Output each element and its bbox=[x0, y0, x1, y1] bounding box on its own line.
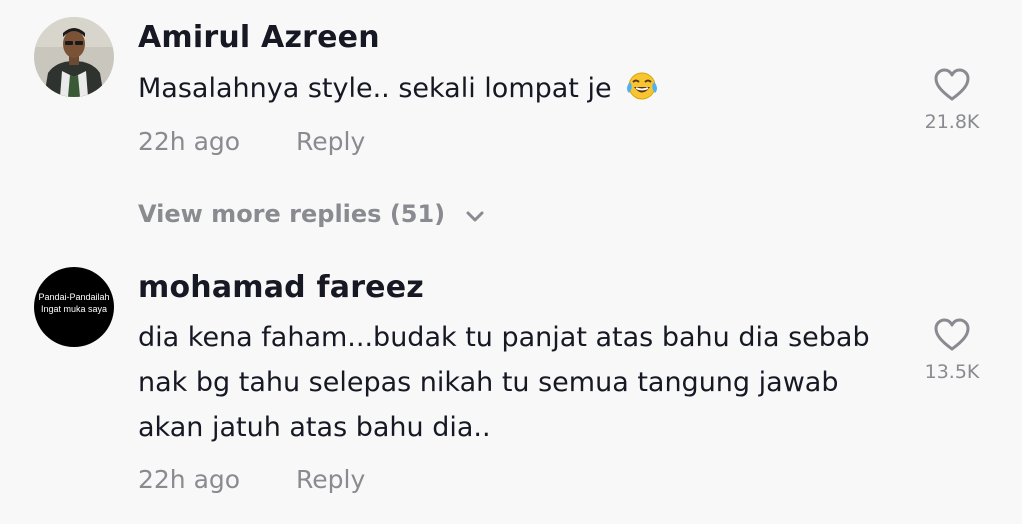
user-avatar-image: Pandai-Pandailah Ingat muka saya bbox=[34, 267, 114, 347]
comment-meta: 22h ago Reply bbox=[138, 465, 365, 494]
avatar-text-line1: Pandai-Pandailah bbox=[38, 292, 109, 302]
chevron-down-icon bbox=[466, 201, 484, 229]
timestamp: 22h ago bbox=[138, 127, 241, 156]
reply-button[interactable]: Reply bbox=[296, 127, 365, 156]
avatar[interactable] bbox=[34, 17, 114, 97]
view-more-label: View more replies (51) bbox=[138, 200, 446, 228]
face-with-tears-of-joy-icon bbox=[626, 70, 658, 115]
user-photo-icon bbox=[34, 17, 114, 97]
heart-icon[interactable] bbox=[933, 317, 971, 353]
like-control: 13.5K bbox=[912, 317, 992, 383]
comment-body: dia kena faham...budak tu panjat atas ba… bbox=[138, 322, 870, 443]
avatar[interactable]: Pandai-Pandailah Ingat muka saya bbox=[34, 267, 114, 347]
timestamp: 22h ago bbox=[138, 465, 241, 494]
like-count: 13.5K bbox=[924, 361, 980, 383]
comment-text: Masalahnya style.. sekali lompat je bbox=[138, 66, 908, 115]
comment-username[interactable]: mohamad fareez bbox=[138, 270, 424, 305]
like-count: 21.8K bbox=[924, 111, 980, 133]
comment-username[interactable]: Amirul Azreen bbox=[138, 20, 380, 55]
comment-meta: 22h ago Reply bbox=[138, 127, 365, 156]
like-control: 21.8K bbox=[912, 67, 992, 133]
view-more-replies-button[interactable]: View more replies (51) bbox=[138, 200, 484, 229]
comment-body: Masalahnya style.. sekali lompat je bbox=[138, 73, 612, 104]
heart-icon[interactable] bbox=[933, 67, 971, 103]
avatar-text-line2: Ingat muka saya bbox=[41, 304, 107, 314]
reply-button[interactable]: Reply bbox=[296, 465, 365, 494]
